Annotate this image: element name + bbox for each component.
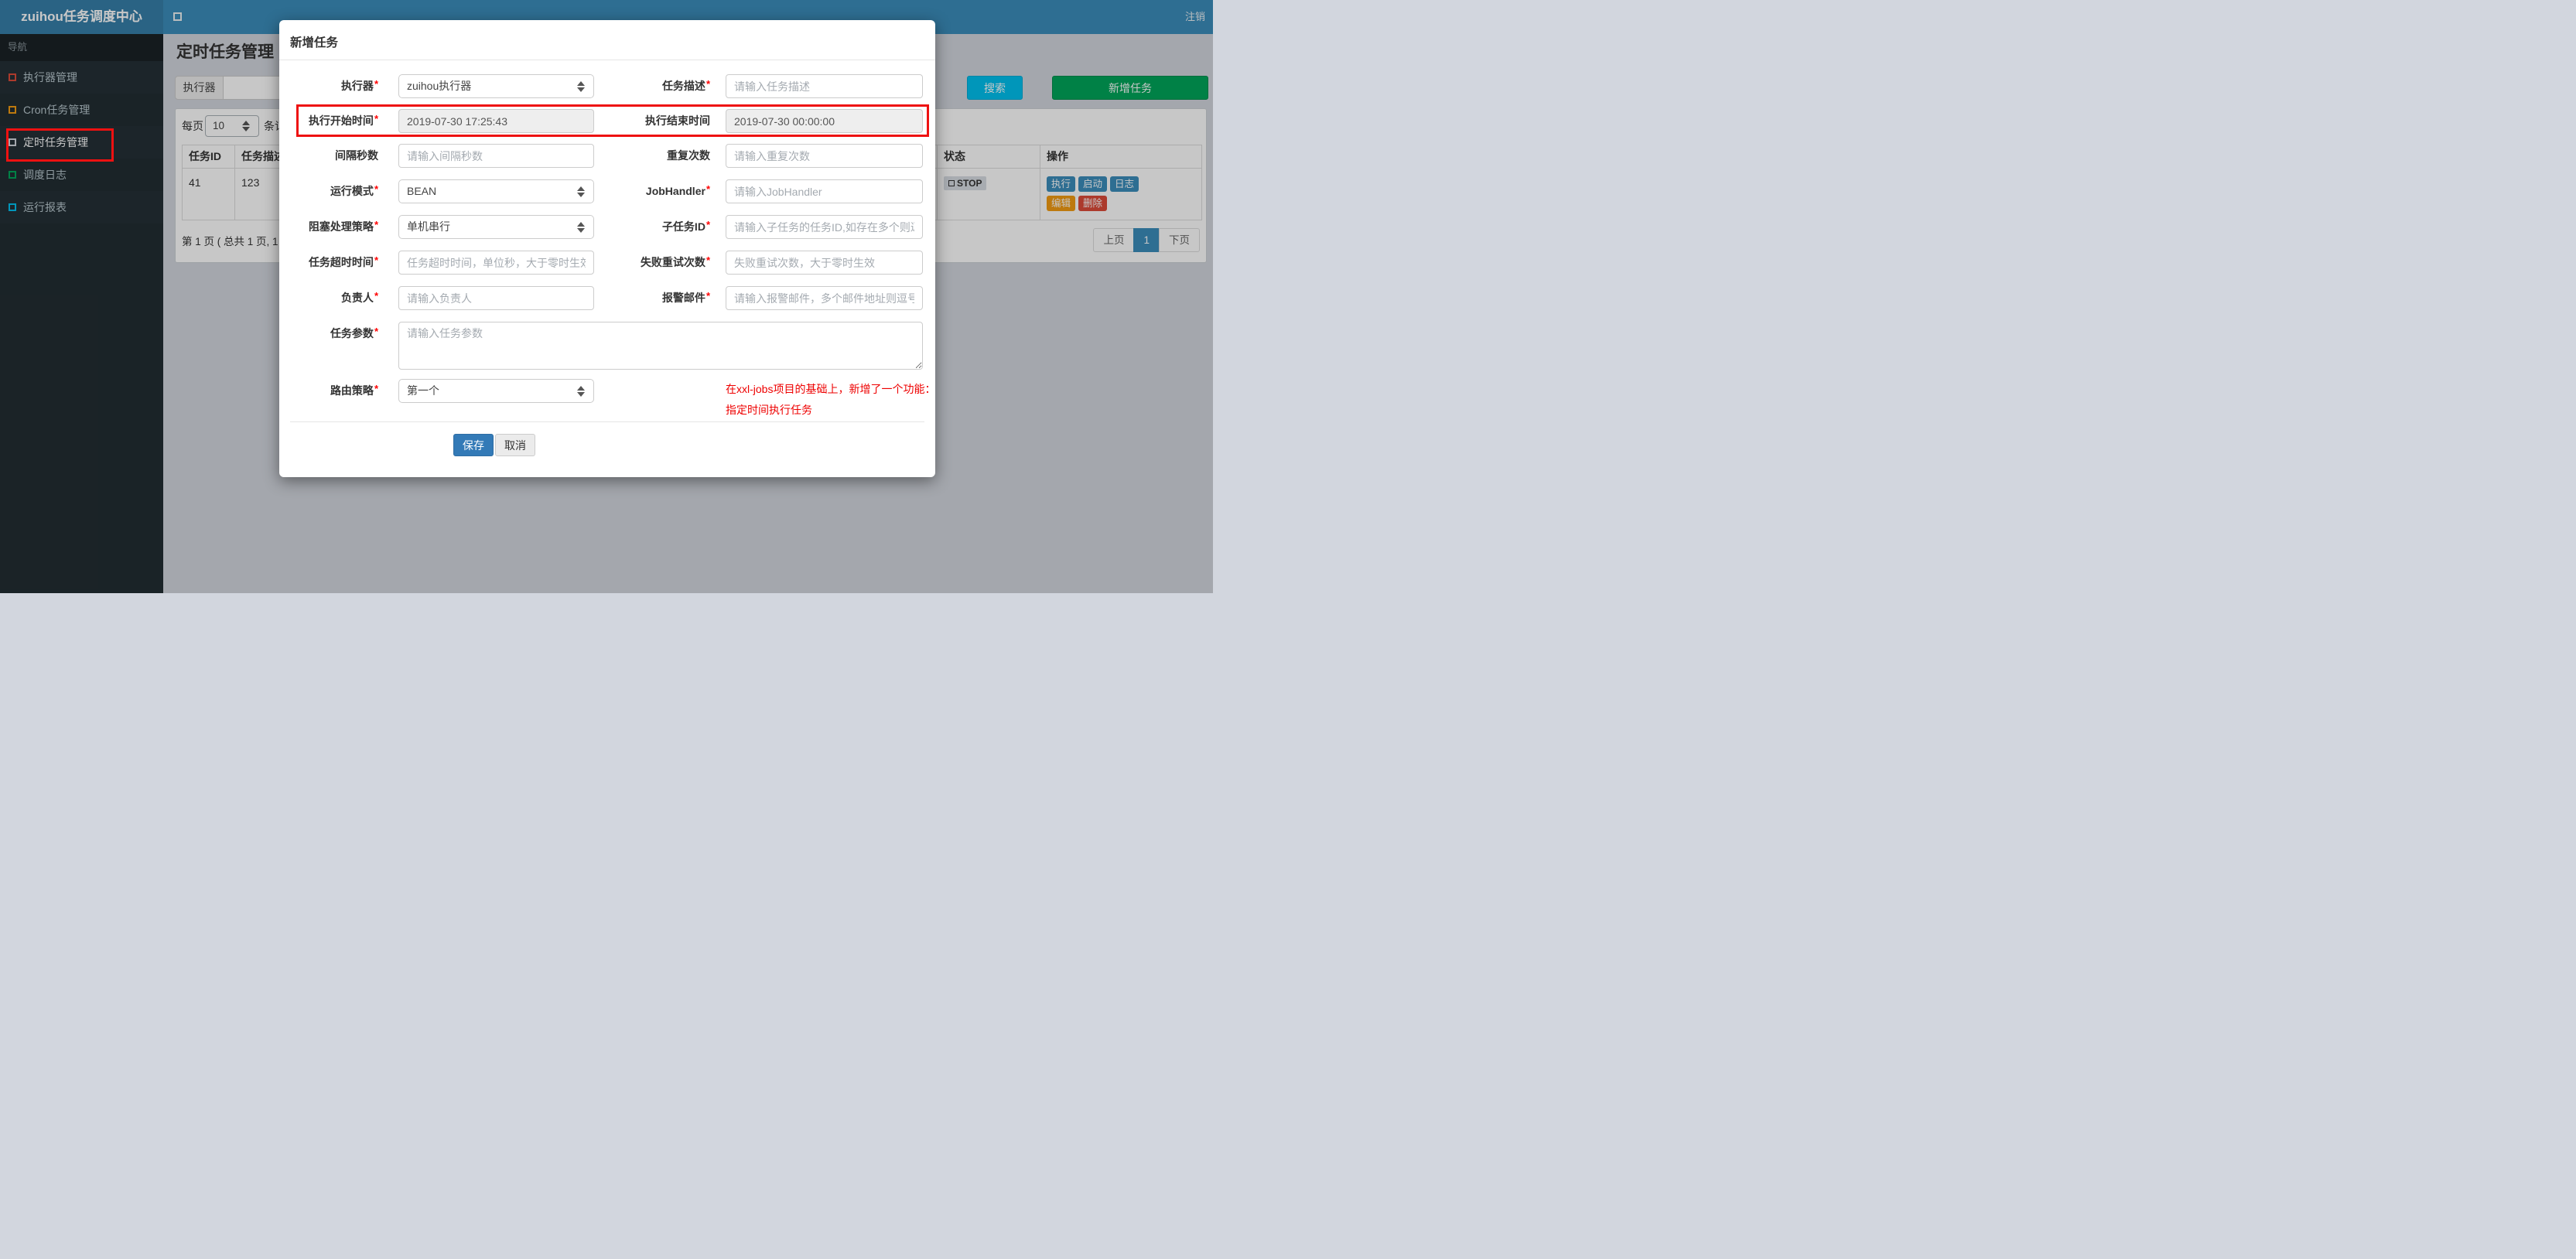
select-arrows-icon	[577, 385, 585, 397]
select-arrows-icon	[577, 80, 585, 92]
timeout-label: 任务超时时间*	[308, 254, 378, 268]
end-time-label: 执行结束时间	[645, 114, 710, 127]
job-handler-label: JobHandler*	[645, 183, 710, 197]
job-desc-input[interactable]	[726, 74, 923, 98]
owner-input[interactable]	[398, 286, 594, 310]
feature-note: 在xxl-jobs项目的基础上，新增了一个功能： 指定时间执行任务	[726, 379, 935, 421]
job-param-label: 任务参数*	[330, 326, 378, 339]
timeout-input[interactable]	[398, 251, 594, 275]
owner-label: 负责人*	[340, 290, 378, 304]
alarm-email-label: 报警邮件*	[661, 290, 710, 304]
route-strategy-label: 路由策略*	[330, 383, 378, 397]
modal-title: 新增任务	[290, 36, 339, 49]
feature-note-line2: 指定时间执行任务	[726, 404, 812, 416]
cancel-button[interactable]: 取消	[495, 434, 535, 456]
glue-type-label: 运行模式*	[330, 183, 378, 197]
save-button[interactable]: 保存	[453, 434, 494, 456]
job-handler-input[interactable]	[726, 179, 923, 203]
select-arrows-icon	[577, 186, 585, 197]
alarm-email-input[interactable]	[726, 286, 923, 310]
fail-retry-label: 失败重试次数*	[640, 254, 710, 268]
job-desc-label: 任务描述*	[661, 78, 710, 92]
new-task-modal: 新增任务 执行器* zuihou执行器 任务描述* 执行开始时间* 执行结束时间…	[279, 20, 935, 477]
start-time-label: 执行开始时间*	[308, 113, 378, 127]
glue-type-select[interactable]: BEAN	[398, 179, 594, 203]
child-job-id-input[interactable]	[726, 215, 923, 239]
block-strategy-label: 阻塞处理策略*	[308, 219, 378, 233]
executor-label: 执行器*	[340, 78, 378, 92]
select-arrows-icon	[577, 221, 585, 233]
end-time-input[interactable]	[726, 109, 923, 133]
job-param-textarea[interactable]	[398, 322, 923, 370]
child-job-id-label: 子任务ID*	[661, 219, 710, 233]
block-strategy-select[interactable]: 单机串行	[398, 215, 594, 239]
interval-seconds-label: 间隔秒数	[335, 149, 378, 162]
fail-retry-input[interactable]	[726, 251, 923, 275]
route-strategy-select[interactable]: 第一个	[398, 379, 594, 403]
repeat-count-label: 重复次数	[667, 149, 710, 162]
start-time-input[interactable]	[398, 109, 594, 133]
executor-select[interactable]: zuihou执行器	[398, 74, 594, 98]
interval-seconds-input[interactable]	[398, 144, 594, 168]
modal-footer-divider	[290, 421, 924, 422]
feature-note-line1: 在xxl-jobs项目的基础上，新增了一个功能：	[726, 383, 936, 395]
repeat-count-input[interactable]	[726, 144, 923, 168]
